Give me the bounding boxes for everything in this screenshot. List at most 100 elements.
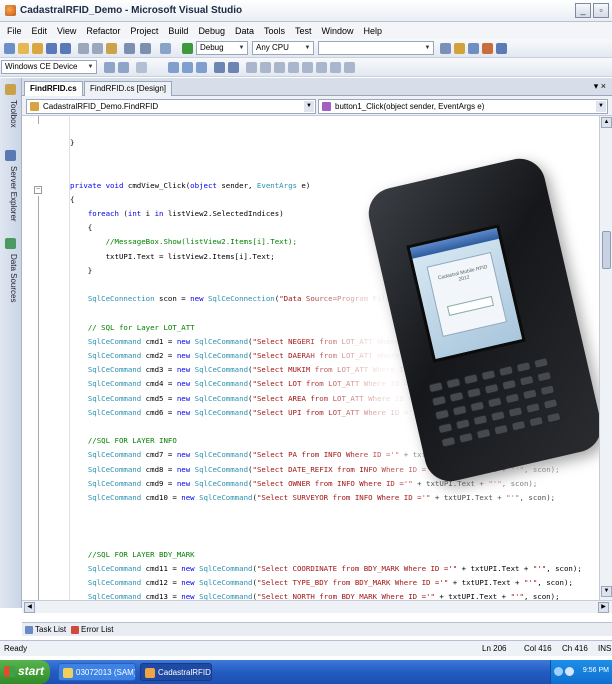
code-line[interactable]: { [70,195,74,204]
menu-window[interactable]: Window [317,26,359,36]
align-icon[interactable] [168,62,179,73]
horizontal-scrollbar[interactable]: ◀ ▶ [22,600,612,613]
scroll-up-icon[interactable]: ▲ [601,117,612,128]
scroll-right-icon[interactable]: ▶ [598,602,609,613]
menu-debug[interactable]: Debug [193,26,230,36]
code-line[interactable]: //MessageBox.Show(listView2.Items[i].Tex… [70,237,297,246]
chevron-down-icon: ▼ [596,101,606,112]
window-title: CadastralRFID_Demo - Microsoft Visual St… [20,5,243,16]
properties-icon[interactable] [468,43,479,54]
menu-file[interactable]: File [2,26,27,36]
tab-task-list[interactable]: Task List [24,624,66,636]
find-combo[interactable]: ▼ [318,41,434,55]
connect-device-icon[interactable] [104,62,115,73]
redo-icon[interactable] [140,43,151,54]
code-line[interactable]: } [70,266,92,275]
copy-icon[interactable] [92,43,103,54]
menu-edit[interactable]: Edit [27,26,53,36]
scroll-down-icon[interactable]: ▼ [601,586,612,597]
paste-icon[interactable] [106,43,117,54]
new-project-icon[interactable] [4,43,15,54]
undo-icon[interactable] [124,43,135,54]
navigate-icon[interactable] [160,43,171,54]
open-file-icon[interactable] [32,43,43,54]
code-line[interactable]: // SQL for Layer LOT_ATT [70,323,195,332]
grid-icon[interactable] [330,62,341,73]
next-bookmark-icon[interactable] [274,62,285,73]
solution-explorer-icon[interactable] [454,43,465,54]
save-icon[interactable] [46,43,57,54]
menu-data[interactable]: Data [230,26,259,36]
network-icon[interactable] [554,667,563,676]
format-icon[interactable] [136,62,147,73]
code-line[interactable]: SqlCeCommand cmd9 = new SqlCeCommand("Se… [70,479,538,488]
menu-build[interactable]: Build [163,26,193,36]
comment-icon[interactable] [182,62,193,73]
code-line[interactable]: SqlCeCommand cmd13 = new SqlCeCommand("S… [70,592,560,600]
save-all-icon[interactable] [60,43,71,54]
vertical-scrollbar[interactable]: ▲ ▼ [599,116,612,600]
menu-help[interactable]: Help [359,26,388,36]
restore-button[interactable]: ▫ [593,3,609,18]
tab-findrfid-design[interactable]: FindRFID.cs [Design] [84,81,173,96]
device-key [504,392,521,405]
uncomment-icon[interactable] [196,62,207,73]
menu-test[interactable]: Test [290,26,317,36]
layout-icon[interactable] [316,62,327,73]
toolbox-icon[interactable] [5,84,16,95]
solution-platform-select[interactable]: Any CPU ▼ [252,41,314,55]
tab-error-list[interactable]: Error List [70,624,113,636]
start-button[interactable]: start [0,660,50,684]
target-device-select[interactable]: Windows CE Device ▼ [1,60,97,74]
code-line[interactable]: SqlCeCommand cmd12 = new SqlCeCommand("S… [70,578,573,587]
tab-findrfid-cs[interactable]: FindRFID.cs [24,81,83,96]
code-line[interactable]: //SQL FOR LAYER BDY_MARK [70,550,195,559]
bookmark-icon[interactable] [246,62,257,73]
code-line[interactable]: SqlCeCommand cmd11 = new SqlCeCommand("S… [70,564,582,573]
taskbar-button-folder[interactable]: 03072013 (SAM) [58,663,136,681]
code-line[interactable]: txtUPI.Text = listView2.Items[i].Text; [70,252,275,261]
member-select[interactable]: button1_Click(object sender, EventArgs e… [318,99,608,114]
code-line[interactable]: foreach (int i in listView2.SelectedIndi… [70,209,284,218]
menu-view[interactable]: View [52,26,81,36]
minimize-button[interactable]: _ [575,3,591,18]
order-icon[interactable] [344,62,355,73]
prev-bookmark-icon[interactable] [260,62,271,73]
clear-bookmarks-icon[interactable] [288,62,299,73]
object-browser-icon[interactable] [482,43,493,54]
scroll-left-icon[interactable]: ◀ [24,602,35,613]
add-item-icon[interactable] [18,43,29,54]
outdent-icon[interactable] [214,62,225,73]
indent-icon[interactable] [228,62,239,73]
class-select[interactable]: CadastralRFID_Demo.FindRFID ▼ [26,99,316,114]
code-line[interactable]: } [70,138,74,147]
device-options-icon[interactable] [118,62,129,73]
char-number: Ch 416 [562,644,588,653]
server-explorer-icon[interactable] [5,150,16,161]
cut-icon[interactable] [78,43,89,54]
toolbox-tab[interactable]: Toolbox [4,100,18,128]
start-debugging-icon[interactable] [182,43,193,54]
device-key [472,414,489,427]
solution-configuration-select[interactable]: Debug ▼ [196,41,248,55]
menu-refactor[interactable]: Refactor [81,26,125,36]
menu-project[interactable]: Project [125,26,163,36]
code-line[interactable]: //SQL FOR LAYER INFO [70,436,177,445]
data-sources-icon[interactable] [5,238,16,249]
toolbox-icon[interactable] [496,43,507,54]
folder-icon [63,668,73,678]
toggle-bookmark-icon[interactable] [302,62,313,73]
taskbar-button-visual-studio[interactable]: CadastralRFID_Demo... [140,663,212,681]
code-line[interactable]: SqlCeCommand cmd10 = new SqlCeCommand("S… [70,493,555,502]
device-key [507,406,524,418]
code-line[interactable]: private void cmdView_Click(object sender… [70,181,310,190]
scroll-thumb[interactable] [602,231,611,269]
data-sources-tab[interactable]: Data Sources [4,254,18,302]
code-line[interactable]: { [70,223,92,232]
menu-tools[interactable]: Tools [259,26,290,36]
server-explorer-tab[interactable]: Server Explorer [4,166,18,222]
collapse-icon[interactable]: − [34,186,42,194]
find-in-files-icon[interactable] [440,43,451,54]
volume-icon[interactable] [565,667,574,676]
close-document-icon[interactable]: ▾ × [594,81,606,92]
